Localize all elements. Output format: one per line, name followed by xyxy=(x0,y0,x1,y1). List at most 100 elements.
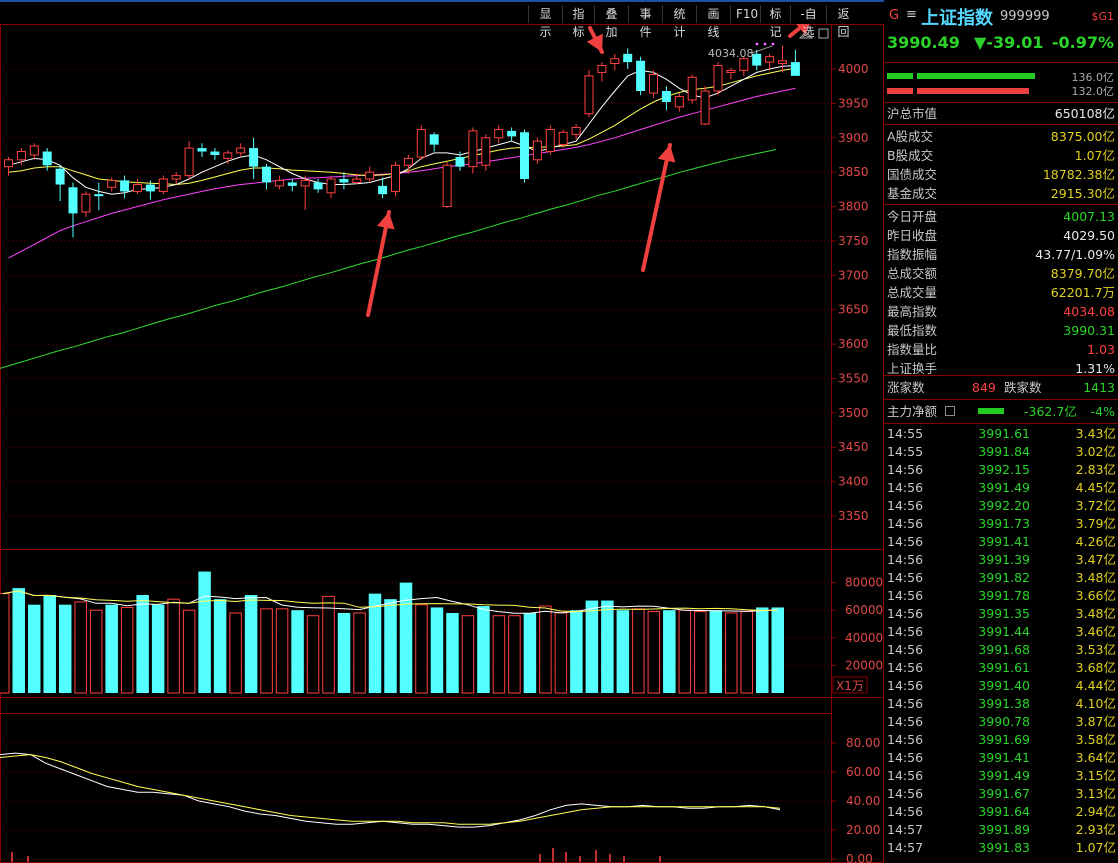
stat-row: 基金成交 2915.30亿 xyxy=(884,184,1118,203)
tick-row[interactable]: 14:56 3991.35 3.48亿 xyxy=(884,605,1118,623)
candle-body xyxy=(700,90,710,125)
toolbar-button-7[interactable]: 标记 xyxy=(760,5,790,39)
tick-price: 3991.83 xyxy=(978,840,1030,855)
candle-body xyxy=(558,131,568,146)
volume-bar xyxy=(368,593,382,693)
flow-bar-green-1 xyxy=(887,73,913,79)
volume-bar xyxy=(27,604,41,693)
pane-toggle-icon xyxy=(818,28,829,39)
tick-row[interactable]: 14:56 3991.78 3.66亿 xyxy=(884,587,1118,605)
breadth-row: 涨家数 849 跌家数 1413 xyxy=(884,378,1118,397)
indicator-line-2 xyxy=(0,754,781,825)
candle-body xyxy=(16,151,26,161)
volume-bar xyxy=(632,608,645,694)
candle-body xyxy=(184,147,194,177)
tick-time: 14:56 xyxy=(887,696,924,711)
tick-row[interactable]: 14:56 3991.64 2.94亿 xyxy=(884,803,1118,821)
up-count: 849 xyxy=(972,380,996,395)
volume-bar xyxy=(740,611,754,694)
toolbar-button-2[interactable]: 叠加 xyxy=(594,5,628,39)
candle-body xyxy=(300,179,310,187)
candle-body xyxy=(339,179,349,183)
volume-bar xyxy=(322,595,335,694)
candle-body xyxy=(442,164,452,208)
tick-row[interactable]: 14:56 3991.39 3.47亿 xyxy=(884,551,1118,569)
ma60-line xyxy=(0,149,777,369)
candle-body xyxy=(133,184,142,192)
stat-value: 1.03 xyxy=(1087,342,1115,357)
toolbar-button-4[interactable]: 统计 xyxy=(662,5,696,39)
tick-row[interactable]: 14:55 3991.84 3.02亿 xyxy=(884,443,1118,461)
tick-row[interactable]: 14:56 3992.15 2.83亿 xyxy=(884,461,1118,479)
price-axis-label: 3350 xyxy=(838,509,869,523)
chart-area[interactable]: 4000 3950 3900 3850 3800 3750 3700 3650 3600 3550… xyxy=(0,0,884,863)
candle-body xyxy=(790,62,800,76)
volume-bar xyxy=(709,610,723,693)
tick-time: 14:57 xyxy=(887,840,924,855)
tick-row[interactable]: 14:56 3991.61 3.68亿 xyxy=(884,659,1118,677)
volume-bar xyxy=(337,612,351,693)
tick-row[interactable]: 14:56 3990.78 3.87亿 xyxy=(884,713,1118,731)
flag-icon: G xyxy=(889,8,900,23)
candle-body xyxy=(403,157,413,166)
tick-row[interactable]: 14:56 3991.49 3.15亿 xyxy=(884,767,1118,785)
toolbar-button-1[interactable]: 指标 xyxy=(562,5,594,39)
stat-row: A股成交 8375.00亿 xyxy=(884,127,1118,146)
tick-row[interactable]: 14:56 3991.73 3.79亿 xyxy=(884,515,1118,533)
tick-volume: 3.48亿 xyxy=(1075,606,1116,621)
tick-time: 14:56 xyxy=(887,480,924,495)
candle-body xyxy=(623,53,633,63)
volume-bar xyxy=(213,599,227,693)
stat-row: 昨日收盘 4029.50 xyxy=(884,226,1118,245)
tick-time: 14:56 xyxy=(887,750,924,765)
tick-row[interactable]: 14:56 3991.38 4.10亿 xyxy=(884,695,1118,713)
tick-row[interactable]: 14:57 3991.89 2.93亿 xyxy=(884,821,1118,839)
volume-bar xyxy=(461,615,475,694)
candle-body xyxy=(584,75,594,115)
arrow-annotation-head xyxy=(657,145,676,163)
tick-row[interactable]: 14:56 3991.68 3.53亿 xyxy=(884,641,1118,659)
tick-row[interactable]: 14:56 3991.44 3.46亿 xyxy=(884,623,1118,641)
stat-value: 43.77/1.09% xyxy=(1035,247,1115,262)
chart-frame xyxy=(0,24,884,863)
tick-volume: 3.53亿 xyxy=(1075,642,1116,657)
tick-row[interactable]: 14:56 3991.40 4.44亿 xyxy=(884,677,1118,695)
tick-row[interactable]: 14:56 3991.41 4.26亿 xyxy=(884,533,1118,551)
price-axis-label: 3900 xyxy=(838,131,869,145)
tick-volume: 3.48亿 xyxy=(1075,570,1116,585)
high-annotation: 4034.08 xyxy=(708,47,754,60)
tick-row[interactable]: 14:56 3991.49 4.45亿 xyxy=(884,479,1118,497)
tick-row[interactable]: 14:56 3991.41 3.64亿 xyxy=(884,749,1118,767)
menu-icon[interactable]: ≡ xyxy=(906,7,917,22)
candle-body xyxy=(494,129,504,139)
volume-bar xyxy=(198,571,211,693)
tick-row[interactable]: 14:56 3992.20 3.72亿 xyxy=(884,497,1118,515)
index-name: 上证指数 xyxy=(921,8,993,29)
volume-bar xyxy=(647,611,661,694)
tick-volume: 3.13亿 xyxy=(1075,786,1116,801)
volume-bar xyxy=(523,612,537,693)
candle-body xyxy=(455,157,465,167)
tick-volume: 3.87亿 xyxy=(1075,714,1116,729)
toolbar-button-6[interactable]: F10 xyxy=(730,5,760,23)
toolbar-button-3[interactable]: 事件 xyxy=(628,5,662,39)
flow-list-icon[interactable] xyxy=(945,406,955,416)
tick-row[interactable]: 14:56 3991.69 3.58亿 xyxy=(884,731,1118,749)
tick-row[interactable]: 14:55 3991.61 3.43亿 xyxy=(884,425,1118,443)
tick-volume: 3.79亿 xyxy=(1075,516,1116,531)
tick-time: 14:56 xyxy=(887,588,924,603)
tick-volume: 1.07亿 xyxy=(1075,840,1116,855)
tick-row[interactable]: 14:56 3991.67 3.13亿 xyxy=(884,785,1118,803)
tick-time: 14:56 xyxy=(887,660,924,675)
candle-body xyxy=(468,130,478,168)
ma10-line xyxy=(8,67,796,186)
toolbar-button-8[interactable]: -自选 xyxy=(790,5,826,39)
toolbar-button-9[interactable]: 返回 xyxy=(826,5,860,39)
toolbar-button-0[interactable]: 显示 xyxy=(528,5,562,39)
tick-row[interactable]: 14:57 3991.83 1.07亿 xyxy=(884,839,1118,857)
toolbar-button-5[interactable]: 画线 xyxy=(696,5,730,39)
flow-bar-red-2 xyxy=(917,88,1029,94)
candle-body xyxy=(158,178,168,192)
candle-body xyxy=(236,147,246,154)
tick-row[interactable]: 14:56 3991.82 3.48亿 xyxy=(884,569,1118,587)
